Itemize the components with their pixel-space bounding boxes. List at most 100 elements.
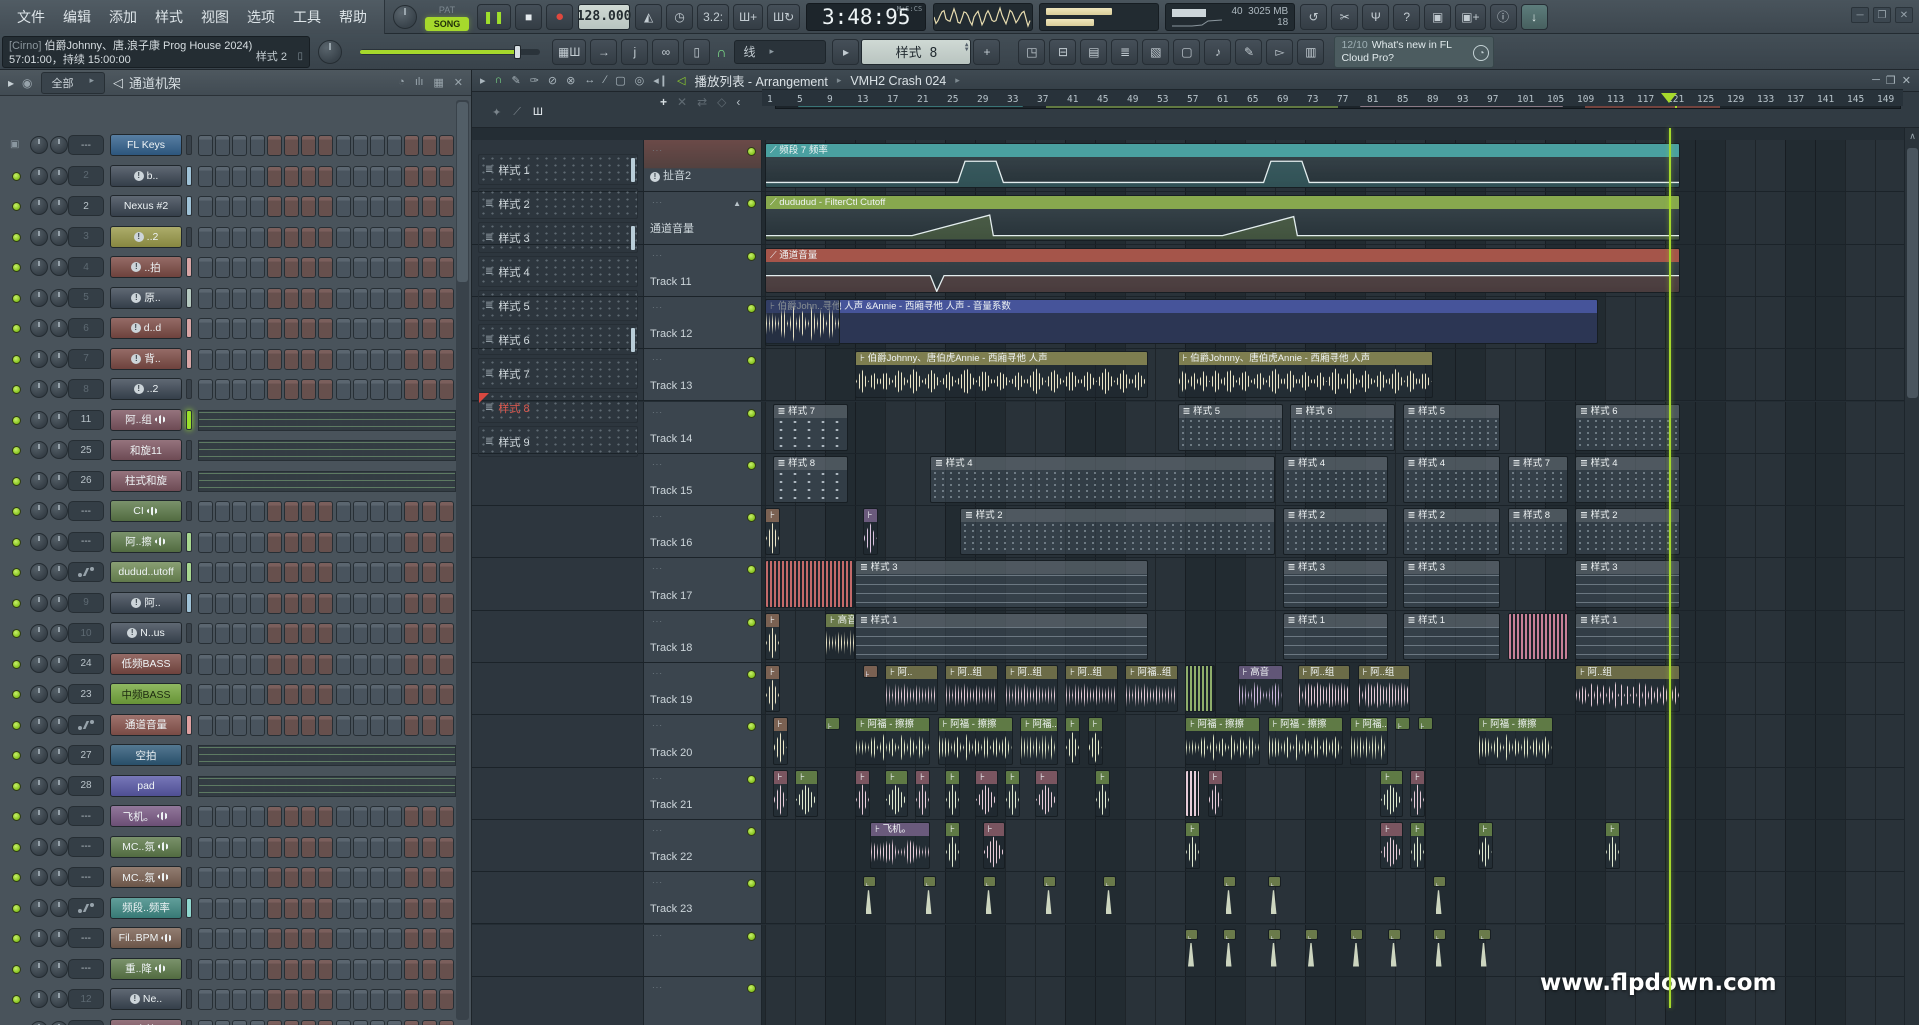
step-button[interactable] bbox=[267, 318, 282, 339]
step-button[interactable] bbox=[439, 715, 454, 736]
step-button[interactable] bbox=[198, 288, 213, 309]
clip-flare[interactable]: ⊦ bbox=[795, 770, 818, 817]
clip-pat[interactable]: ≣ 样式 1 bbox=[1575, 613, 1680, 660]
automation-tab-icon[interactable]: ⟋ bbox=[513, 106, 521, 119]
step-button[interactable] bbox=[232, 593, 247, 614]
clip-striped[interactable] bbox=[1508, 613, 1568, 660]
step-button[interactable] bbox=[318, 959, 333, 980]
step-button[interactable] bbox=[439, 379, 454, 400]
channel-display[interactable]: 26 bbox=[68, 471, 104, 491]
step-button[interactable] bbox=[284, 227, 299, 248]
step-button[interactable] bbox=[215, 257, 230, 278]
step-button[interactable] bbox=[250, 501, 265, 522]
step-button[interactable] bbox=[232, 532, 247, 553]
step-button[interactable] bbox=[267, 257, 282, 278]
step-button[interactable] bbox=[404, 349, 419, 370]
channel-pan-knob[interactable] bbox=[30, 716, 48, 734]
collapse-arrow-icon[interactable]: ▲ bbox=[733, 199, 741, 208]
channel-mute-led[interactable] bbox=[12, 355, 21, 364]
step-button[interactable] bbox=[301, 593, 316, 614]
step-button[interactable] bbox=[284, 989, 299, 1010]
channel-display[interactable]: 12 bbox=[68, 989, 104, 1009]
step-button[interactable] bbox=[198, 806, 213, 827]
step-button[interactable] bbox=[318, 318, 333, 339]
clip-flare[interactable]: ⊦ bbox=[773, 770, 788, 817]
rack-play-icon[interactable]: ▸ bbox=[8, 76, 14, 90]
playlist-speaker-icon[interactable]: ◁ bbox=[677, 74, 685, 87]
channel-pan-knob[interactable] bbox=[30, 228, 48, 246]
clip-flare[interactable]: ⊦ bbox=[863, 508, 878, 555]
step-button[interactable] bbox=[387, 227, 402, 248]
track-mute-led[interactable] bbox=[747, 932, 756, 941]
track-mute-led[interactable] bbox=[747, 252, 756, 261]
clip-striped[interactable] bbox=[1185, 770, 1200, 817]
channel-rack-toggle-icon[interactable]: ▦Ш bbox=[552, 39, 586, 65]
step-button[interactable] bbox=[404, 593, 419, 614]
step-button[interactable] bbox=[422, 166, 437, 187]
step-button[interactable] bbox=[404, 715, 419, 736]
channel-pan-knob[interactable] bbox=[30, 655, 48, 673]
step-button[interactable] bbox=[198, 898, 213, 919]
step-button[interactable] bbox=[318, 684, 333, 705]
channel-volume-knob[interactable] bbox=[50, 472, 68, 490]
step-button[interactable] bbox=[301, 684, 316, 705]
step-button[interactable] bbox=[250, 196, 265, 217]
track-mute-led[interactable] bbox=[747, 409, 756, 418]
hint-panel[interactable]: 12/10What's new in FL Cloud Pro? ◔ bbox=[1334, 36, 1494, 68]
channel-volume-knob[interactable] bbox=[50, 167, 68, 185]
track-header[interactable]: ···Track 16 bbox=[644, 506, 762, 557]
step-button[interactable] bbox=[387, 349, 402, 370]
step-button[interactable] bbox=[387, 837, 402, 858]
step-button[interactable] bbox=[422, 684, 437, 705]
track-mute-led[interactable] bbox=[747, 984, 756, 993]
channel-button[interactable]: !背.. bbox=[110, 348, 182, 370]
channel-filter-dropdown[interactable]: 全部 ▸ bbox=[41, 72, 106, 94]
step-button[interactable] bbox=[387, 196, 402, 217]
channel-display[interactable]: --- bbox=[68, 837, 104, 857]
step-button[interactable] bbox=[284, 593, 299, 614]
step-button[interactable] bbox=[336, 898, 351, 919]
step-button[interactable] bbox=[301, 867, 316, 888]
close-icon[interactable]: ✕ bbox=[454, 76, 463, 89]
step-button[interactable] bbox=[439, 684, 454, 705]
channel-volume-knob[interactable] bbox=[50, 685, 68, 703]
channel-button[interactable]: Nexus #2 bbox=[110, 195, 182, 217]
clip-mini[interactable]: ⊦ bbox=[863, 665, 878, 678]
step-button[interactable] bbox=[250, 898, 265, 919]
clip-wave[interactable]: ⊦ 阿.. bbox=[885, 665, 938, 712]
channel-mute-led[interactable] bbox=[12, 538, 21, 547]
step-button[interactable] bbox=[250, 959, 265, 980]
clip-striped[interactable] bbox=[765, 560, 855, 607]
step-button[interactable] bbox=[250, 288, 265, 309]
channel-button[interactable]: !阿.. bbox=[110, 592, 182, 614]
step-button[interactable] bbox=[267, 959, 282, 980]
channel-button[interactable]: !..2 bbox=[110, 226, 182, 248]
step-button[interactable] bbox=[439, 654, 454, 675]
step-button[interactable] bbox=[301, 837, 316, 858]
step-button[interactable] bbox=[404, 196, 419, 217]
menu-item-4[interactable]: 视图 bbox=[194, 4, 236, 30]
channel-mute-led[interactable] bbox=[12, 233, 21, 242]
channel-button[interactable]: MC..氛 bbox=[110, 836, 182, 858]
track-mute-led[interactable] bbox=[747, 304, 756, 313]
step-button[interactable] bbox=[267, 349, 282, 370]
clip-wave[interactable]: ⊦ 阿福 - 擦擦 bbox=[938, 717, 1013, 764]
channel-mute-led[interactable] bbox=[12, 202, 21, 211]
step-button[interactable] bbox=[336, 257, 351, 278]
step-button[interactable] bbox=[387, 501, 402, 522]
step-button[interactable] bbox=[439, 257, 454, 278]
step-button[interactable] bbox=[318, 562, 333, 583]
step-button[interactable] bbox=[215, 593, 230, 614]
step-button[interactable] bbox=[232, 196, 247, 217]
channel-pan-knob[interactable] bbox=[30, 136, 48, 154]
step-button[interactable] bbox=[284, 715, 299, 736]
channel-display[interactable]: --- bbox=[68, 135, 104, 155]
channel-display[interactable]: 2 bbox=[68, 196, 104, 216]
channel-pan-knob[interactable] bbox=[30, 960, 48, 978]
step-button[interactable] bbox=[267, 654, 282, 675]
channel-display[interactable]: 2 bbox=[68, 166, 104, 186]
step-button[interactable] bbox=[370, 715, 385, 736]
step-button[interactable] bbox=[370, 1020, 385, 1025]
channel-pan-knob[interactable] bbox=[30, 1021, 48, 1025]
step-button[interactable] bbox=[318, 623, 333, 644]
